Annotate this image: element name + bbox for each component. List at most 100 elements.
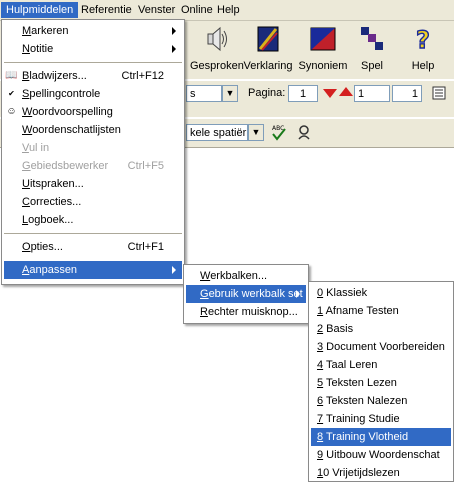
aanpassen-menu: Werkbalken... Gebruik werkbalk set Recht… [183,264,309,324]
document-icon[interactable] [432,86,446,100]
menu-item-label: Logboek... [22,214,74,226]
page-down-icon[interactable] [322,87,338,99]
synoniem-button[interactable]: Synoniem [297,25,349,75]
menu-venster[interactable]: Venster [133,2,180,18]
menu-item-label: Correcties... [22,196,82,208]
submenu-arrow-icon [296,290,300,298]
submenu-arrow-icon [172,266,176,274]
submenu-arrow-icon [172,27,176,35]
toolbar-set-label: 6 Teksten Nalezen [317,395,408,407]
toolbar-set-label: 2 Basis [317,323,354,335]
menu-separator [4,233,182,234]
menu-item-label: Werkbalken... [200,270,268,282]
gesproken-label: Gesproken [190,60,244,72]
menu-referentie[interactable]: Referentie [76,2,137,18]
menu-item-label: Notitie [22,43,54,55]
style-field[interactable]: s [186,85,222,102]
menu-item-uitspraken[interactable]: Uitspraken... [4,175,182,193]
menu-item-shortcut: Ctrl+F12 [121,70,165,82]
menu-bar: Hulpmiddelen Referentie Venster Online H… [0,0,454,21]
menu-item-correcties[interactable]: Correcties... [4,193,182,211]
werkbalk-set-menu: 0 Klassiek 1 Afname Testen 2 Basis 3 Doc… [308,281,454,482]
synoniem-label: Synoniem [298,60,348,72]
toolbar-set-label: 4 Taal Leren [317,359,378,371]
menu-item-gebruik-werkbalk-set[interactable]: Gebruik werkbalk set [186,285,306,303]
help-label: Help [411,60,435,72]
book-icon: 📖 [5,70,18,81]
toolbar-set-label: 7 Training Studie [317,413,400,425]
menu-item-label: Bladwijzers... [22,70,87,82]
menu-item-woordvoorspelling[interactable]: ☺ Woordvoorspelling [4,103,182,121]
toolbar-set-item[interactable]: 5 Teksten Lezen [311,374,451,392]
toolbar-set-label: 5 Teksten Lezen [317,377,397,389]
menu-item-label: Rechter muisknop... [200,306,298,318]
prediction-icon[interactable] [296,124,312,140]
menu-item-spellingcontrole[interactable]: ✔ Spellingcontrole [4,85,182,103]
menu-item-shortcut: Ctrl+F1 [127,241,164,253]
toolbar-set-item[interactable]: 2 Basis [311,320,451,338]
menu-item-shortcut: Ctrl+F5 [127,160,164,172]
toolbar-set-label: 8 Training Vlotheid [317,431,409,443]
prediction-icon: ☺ [6,106,17,117]
menu-item-label: Woordenschatlijsten [22,124,121,136]
gesproken-button[interactable]: Gesproken [190,25,244,75]
menu-separator [4,62,182,63]
style-dropdown-button[interactable]: ▼ [222,85,238,102]
page-number-field[interactable]: 1 [354,85,390,102]
svg-text:?: ? [416,26,430,53]
menu-item-rechter-muisknop[interactable]: Rechter muisknop... [186,303,306,321]
menu-item-label: Spellingcontrole [22,88,101,100]
verklaring-label: Verklaring [243,60,293,72]
toolbar-set-label: 10 Vrijetijdslezen [317,467,400,479]
verklaring-button[interactable]: Verklaring [241,25,295,75]
game-icon [361,27,383,50]
menu-item-aanpassen[interactable]: Aanpassen [4,261,182,279]
menu-item-label: Opties... [22,241,63,253]
toolbar-set-item-selected[interactable]: 8 Training Vlotheid [311,428,451,446]
toolbar-set-item[interactable]: 0 Klassiek [311,284,451,302]
help-button[interactable]: ? Help [403,25,443,75]
menu-item-label: Woordvoorspelling [22,106,113,118]
help-icon: ? [415,25,430,53]
menu-item-woordenschatlijsten[interactable]: Woordenschatlijsten [4,121,182,139]
page-total-field: 1 [392,85,422,102]
menu-item-label: Vul in [22,142,50,154]
toolbar-set-item[interactable]: 6 Teksten Nalezen [311,392,451,410]
hulpmiddelen-menu: Markeren Notitie 📖 Bladwijzers... Ctrl+F… [1,19,185,285]
menu-item-markeren[interactable]: Markeren [4,22,182,40]
menu-item-label: Gebruik werkbalk set [200,288,303,300]
toolbar-set-item[interactable]: 10 Vrijetijdslezen [311,464,451,482]
toolbar-set-label: 1 Afname Testen [317,305,399,317]
speaker-icon [207,26,227,52]
toolbar-set-item[interactable]: 7 Training Studie [311,410,451,428]
menu-item-label: Gebiedsbewerker [22,160,109,172]
toolbar-set-item[interactable]: 9 Uitbouw Woordenschat [311,446,451,464]
menu-item-vul-in: Vul in [4,139,182,157]
toolbar-set-item[interactable]: 4 Taal Leren [311,356,451,374]
menu-item-label: Markeren [22,25,69,37]
submenu-arrow-icon [172,45,176,53]
menu-item-gebiedsbewerker: Gebiedsbewerker Ctrl+F5 [4,157,182,175]
spel-label: Spel [360,60,384,72]
pagina-field[interactable]: 1 [288,85,318,102]
spacing-dropdown-button[interactable]: ▼ [248,124,264,141]
menu-item-opties[interactable]: Opties... Ctrl+F1 [4,238,182,256]
menu-item-bladwijzers[interactable]: 📖 Bladwijzers... Ctrl+F12 [4,67,182,85]
menu-hulpmiddelen[interactable]: Hulpmiddelen [1,2,79,18]
spacing-field[interactable]: kele spatiëring [186,124,248,141]
spel-button[interactable]: Spel [350,25,394,75]
menu-item-logboek[interactable]: Logboek... [4,211,182,229]
menu-item-notitie[interactable]: Notitie [4,40,182,58]
toolbar-set-label: 9 Uitbouw Woordenschat [317,449,440,461]
menu-item-label: Uitspraken... [22,178,84,190]
explanation-icon [257,26,279,52]
toolbar-set-item[interactable]: 3 Document Voorbereiden [311,338,451,356]
menu-item-werkbalken[interactable]: Werkbalken... [186,267,306,285]
toolbar-set-label: 3 Document Voorbereiden [317,341,445,353]
menu-help[interactable]: Help [212,2,245,18]
toolbar-set-item[interactable]: 1 Afname Testen [311,302,451,320]
synonym-icon [310,27,336,51]
pagina-label: Pagina: [248,87,286,99]
page-up-icon[interactable] [338,86,354,98]
spellcheck-icon[interactable]: ABC [270,123,288,141]
